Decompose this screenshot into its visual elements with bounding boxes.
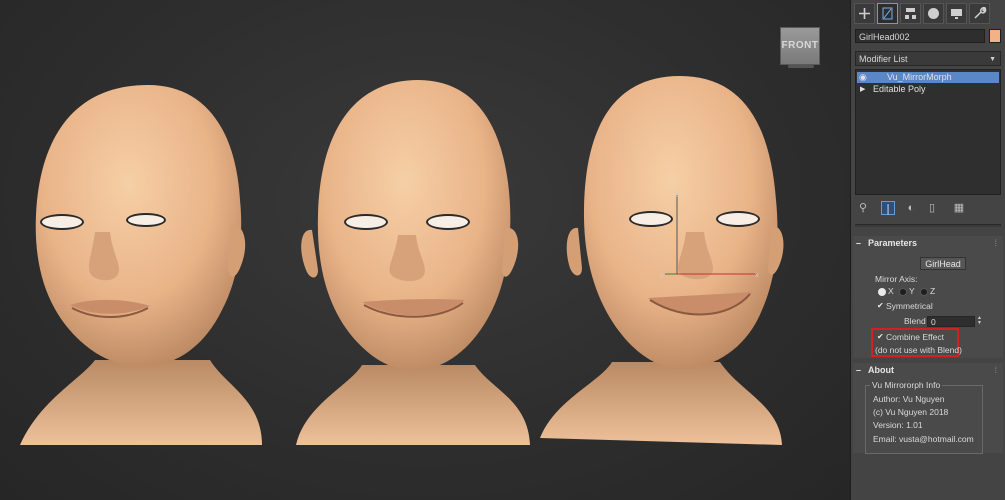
blend-label: Blend [904, 316, 926, 326]
stack-item-vu-mirrormorph[interactable]: ◉ Vu_MirrorMorph [857, 72, 999, 83]
chevron-down-icon: ▼ [989, 56, 996, 63]
about-rollout: – About ⁞ Vu Mirrororph Info Author: Vu … [853, 363, 1003, 454]
parameters-rollout-header[interactable]: – Parameters ⁞ [853, 236, 1003, 250]
viewcube-compass[interactable] [788, 65, 814, 68]
axis-y-label: Y [909, 286, 915, 296]
blend-spinner-arrows-icon[interactable]: ▲ ▼ [977, 316, 983, 327]
make-unique-icon[interactable]: ◐ [904, 201, 918, 215]
collapse-icon: – [856, 238, 862, 248]
heads-render: z y x [20, 76, 784, 445]
pin-stack-icon[interactable]: ⚲ [856, 201, 870, 215]
axis-z-label: Z [930, 286, 936, 296]
rollout-pin-icon: ⁞ [994, 238, 997, 248]
create-plus-icon[interactable] [854, 3, 875, 24]
display-icon[interactable] [946, 3, 967, 24]
modifier-list-label: Modifier List [859, 54, 908, 64]
stack-item-editable-poly[interactable]: ▶ Editable Poly [857, 84, 999, 95]
remove-modifier-trash-icon[interactable]: ▯ [925, 201, 939, 215]
eye-icon[interactable]: ◉ [859, 72, 867, 83]
modifier-list-dropdown[interactable]: Modifier List ▼ [855, 51, 1001, 66]
stack-item-label: Editable Poly [873, 84, 926, 94]
head-model-3 [540, 76, 784, 445]
gizmo-axis-x: x [755, 272, 759, 279]
about-title: About [868, 365, 894, 375]
motion-icon[interactable] [923, 3, 944, 24]
parameters-rollout: – Parameters ⁞ GirlHead Mirror Axis: X Y… [853, 236, 1003, 358]
about-group-title: Vu Mirrororph Info [870, 380, 943, 391]
axis-z-radio[interactable] [920, 288, 928, 296]
modifier-stack: ◉ Vu_MirrorMorph ▶ Editable Poly [855, 69, 1001, 195]
head-model-1 [20, 85, 262, 445]
parameters-title: Parameters [868, 238, 918, 248]
about-info-group: Vu Mirrororph Info Author: Vu Nguyen (c)… [865, 380, 983, 454]
mirror-axis-label: Mirror Axis: [875, 274, 918, 284]
about-author: Author: Vu Nguyen [873, 394, 945, 404]
perspective-viewport[interactable]: z y x FRONT [0, 0, 850, 500]
modify-icon[interactable] [877, 3, 898, 24]
about-rollout-header[interactable]: – About ⁞ [853, 363, 1003, 377]
combine-effect-label: Combine Effect [886, 332, 944, 342]
gizmo-axis-y: y [660, 272, 664, 279]
stack-item-label: Vu_MirrorMorph [887, 72, 952, 82]
stack-toolbar: ⚲ | ◐ ▯ ▦ [851, 201, 1005, 217]
viewcube[interactable]: FRONT [780, 27, 820, 65]
axis-x-radio[interactable] [878, 288, 886, 296]
object-name-field[interactable]: GirlHead002 [855, 29, 985, 43]
divider [855, 224, 1001, 227]
hierarchy-icon[interactable] [900, 3, 921, 24]
object-color-swatch[interactable] [989, 29, 1001, 43]
show-end-result-icon[interactable]: | [881, 201, 895, 215]
expand-triangle-icon[interactable]: ▶ [860, 84, 865, 95]
symmetrical-checkbox[interactable]: ✔ [877, 301, 884, 311]
combine-effect-note: (do not use with Blend) [875, 345, 962, 355]
viewcube-label: FRONT [781, 40, 819, 51]
collapse-icon: – [856, 365, 862, 375]
utilities-wrench-icon[interactable] [969, 3, 990, 24]
configure-modifier-sets-icon[interactable]: ▦ [952, 201, 966, 215]
axis-x-label: X [888, 286, 894, 296]
gizmo-axis-z: z [675, 192, 679, 199]
rollout-pin-icon: ⁞ [994, 365, 997, 375]
combine-effect-checkbox[interactable]: ✔ [877, 332, 884, 342]
symmetrical-label: Symmetrical [886, 301, 933, 311]
axis-y-radio[interactable] [899, 288, 907, 296]
blend-spinner-field[interactable]: 0 [927, 316, 975, 327]
about-copyright: (c) Vu Nguyen 2018 [873, 407, 949, 417]
head-model-2 [296, 80, 530, 445]
about-email: Email: vusta@hotmail.com [873, 434, 974, 444]
about-version: Version: 1.01 [873, 420, 923, 430]
command-panel: GirlHead002 Modifier List ▼ ◉ Vu_MirrorM… [850, 0, 1005, 500]
target-pick-button[interactable]: GirlHead [920, 257, 966, 270]
command-panel-tabs [851, 0, 1005, 26]
